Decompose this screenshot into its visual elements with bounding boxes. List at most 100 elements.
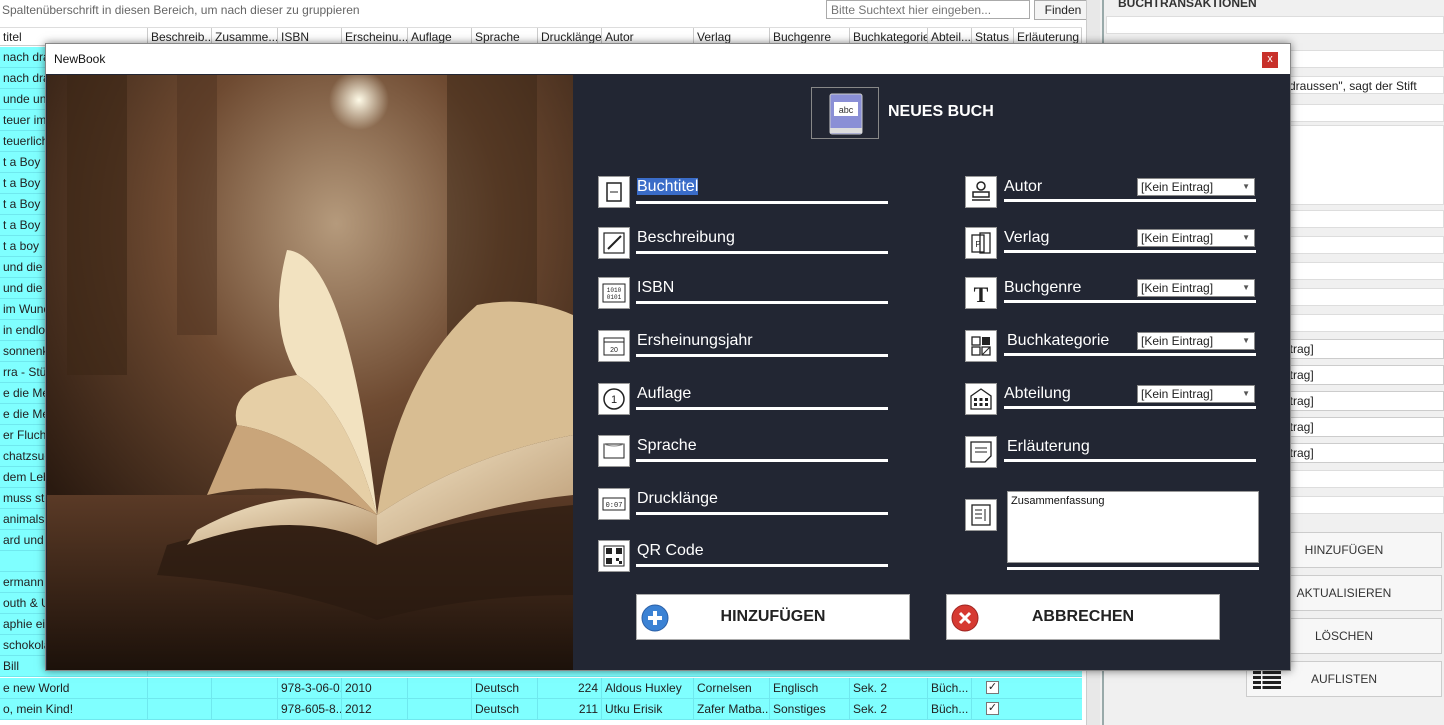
edition-underline[interactable] xyxy=(636,407,888,410)
group-hint: Spaltenüberschrift in diesen Bereich, um… xyxy=(2,3,360,17)
find-button[interactable]: Finden xyxy=(1034,0,1092,20)
category-label: Buchkategorie xyxy=(1007,332,1110,349)
table-row[interactable]: o, mein Kind! 978-605-8... 2012 Deutsch … xyxy=(0,699,1082,720)
summary-underline xyxy=(1007,567,1259,570)
summary-textarea[interactable]: Zusammenfassung xyxy=(1007,491,1259,563)
isbn-label: ISBN xyxy=(637,279,675,296)
cell-author: Utku Erisik xyxy=(602,699,694,719)
author-combo-value: [Kein Eintrag] xyxy=(1141,180,1214,194)
department-label: Abteilung xyxy=(1004,385,1071,402)
description-label: Beschreibung xyxy=(637,229,735,246)
stamp-icon xyxy=(965,176,997,208)
dialog-titlebar: NewBook xyxy=(46,44,1290,74)
title-label-text: Buchtitel xyxy=(637,178,699,195)
svg-text:0:07: 0:07 xyxy=(606,502,623,510)
cell-year: 2012 xyxy=(342,699,408,719)
cancel-icon xyxy=(951,604,979,632)
panel-add-label: HINZUFÜGEN xyxy=(1304,543,1384,557)
qr-code-icon xyxy=(598,540,630,572)
cell-language: Deutsch xyxy=(472,699,538,719)
title-icon xyxy=(598,176,630,208)
author-underline xyxy=(1004,199,1256,202)
cell-empty xyxy=(212,678,278,698)
cancel-button[interactable]: ABBRECHEN xyxy=(946,594,1220,640)
isbn-underline[interactable] xyxy=(636,301,888,304)
chevron-down-icon: ▼ xyxy=(1242,233,1250,242)
new-book-dialog: NewBook x abc NEUES BUCH Buchtitel Besch… xyxy=(45,43,1291,671)
add-book-button[interactable]: HINZUFÜGEN xyxy=(636,594,910,640)
svg-text:1: 1 xyxy=(611,394,617,406)
panel-list-label: AUFLISTEN xyxy=(1310,672,1377,686)
cell-category: Sek. 2 xyxy=(850,699,928,719)
cell-language: Deutsch xyxy=(472,678,538,698)
genre-label: Buchgenre xyxy=(1004,279,1082,296)
title-underline[interactable] xyxy=(636,201,888,204)
status-checkbox[interactable]: ✓ xyxy=(986,702,999,715)
list-icon xyxy=(1253,670,1281,690)
language-label: Sprache xyxy=(637,437,697,454)
cancel-label: ABBRECHEN xyxy=(1031,608,1135,625)
cell-empty xyxy=(408,699,472,719)
counter-icon: 0:07 xyxy=(598,488,630,520)
summary-icon xyxy=(965,499,997,531)
cell-pages: 211 xyxy=(538,699,602,719)
search-input[interactable] xyxy=(826,0,1030,19)
qr-code-underline[interactable] xyxy=(636,564,888,567)
text-type-icon: T xyxy=(965,277,997,309)
add-book-label: HINZUFÜGEN xyxy=(720,608,826,625)
department-combo-value: [Kein Eintrag] xyxy=(1141,387,1214,401)
calendar-icon: 20 xyxy=(598,330,630,362)
note-icon xyxy=(965,436,997,468)
genre-combo-value: [Kein Eintrag] xyxy=(1141,281,1214,295)
svg-text:P: P xyxy=(975,240,980,249)
year-underline[interactable] xyxy=(636,354,888,357)
svg-text:0101: 0101 xyxy=(607,294,622,301)
cell-pages: 224 xyxy=(538,678,602,698)
category-combo[interactable]: [Kein Eintrag] ▼ xyxy=(1137,332,1255,350)
cell-title: o, mein Kind! xyxy=(0,699,148,719)
genre-combo[interactable]: [Kein Eintrag] ▼ xyxy=(1137,279,1255,297)
description-underline[interactable] xyxy=(636,251,888,254)
note-underline[interactable] xyxy=(1004,459,1256,462)
dialog-title: NewBook xyxy=(54,52,106,66)
department-underline xyxy=(1004,406,1256,409)
cell-empty xyxy=(408,678,472,698)
year-label: Ersheinungsjahr xyxy=(637,332,753,349)
pages-underline[interactable] xyxy=(636,512,888,515)
new-book-form: abc NEUES BUCH Buchtitel Beschreibung 10… xyxy=(574,75,1290,670)
plus-icon xyxy=(641,604,669,632)
author-combo[interactable]: [Kein Eintrag] ▼ xyxy=(1137,178,1255,196)
department-combo[interactable]: [Kein Eintrag] ▼ xyxy=(1137,385,1255,403)
svg-text:1010: 1010 xyxy=(607,287,622,294)
panel-field[interactable] xyxy=(1106,16,1444,34)
book-photo xyxy=(47,75,573,670)
note-label: Erläuterung xyxy=(1007,438,1090,455)
dialog-heading: NEUES BUCH xyxy=(888,103,994,120)
cell-title: e new World xyxy=(0,678,148,698)
cell-empty xyxy=(212,699,278,719)
cell-category: Sek. 2 xyxy=(850,678,928,698)
pencil-icon xyxy=(598,227,630,259)
publisher-label: Verlag xyxy=(1004,229,1050,246)
panel-update-label: AKTUALISIEREN xyxy=(1296,586,1392,600)
status-checkbox[interactable]: ✓ xyxy=(986,681,999,694)
cell-empty xyxy=(148,699,212,719)
cell-year: 2010 xyxy=(342,678,408,698)
cell-publisher: Cornelsen xyxy=(694,678,770,698)
edition-number-icon: 1 xyxy=(598,383,630,415)
category-combo-value: [Kein Eintrag] xyxy=(1141,334,1214,348)
chevron-down-icon: ▼ xyxy=(1242,389,1250,398)
edition-label: Auflage xyxy=(637,385,692,402)
cell-genre: Sonstiges xyxy=(770,699,850,719)
panel-title: BUCHTRANSAKTIONEN xyxy=(1118,0,1257,10)
cell-empty xyxy=(148,678,212,698)
cell-isbn: 978-605-8... xyxy=(278,699,342,719)
language-underline[interactable] xyxy=(636,459,888,462)
publisher-combo[interactable]: [Kein Eintrag] ▼ xyxy=(1137,229,1255,247)
flag-icon xyxy=(598,435,630,467)
publisher-combo-value: [Kein Eintrag] xyxy=(1141,231,1214,245)
table-row[interactable]: e new World 978-3-06-0... 2010 Deutsch 2… xyxy=(0,678,1082,699)
binary-icon: 1010 0101 xyxy=(598,277,630,309)
svg-text:T: T xyxy=(974,282,989,307)
close-button[interactable]: x xyxy=(1262,52,1278,68)
